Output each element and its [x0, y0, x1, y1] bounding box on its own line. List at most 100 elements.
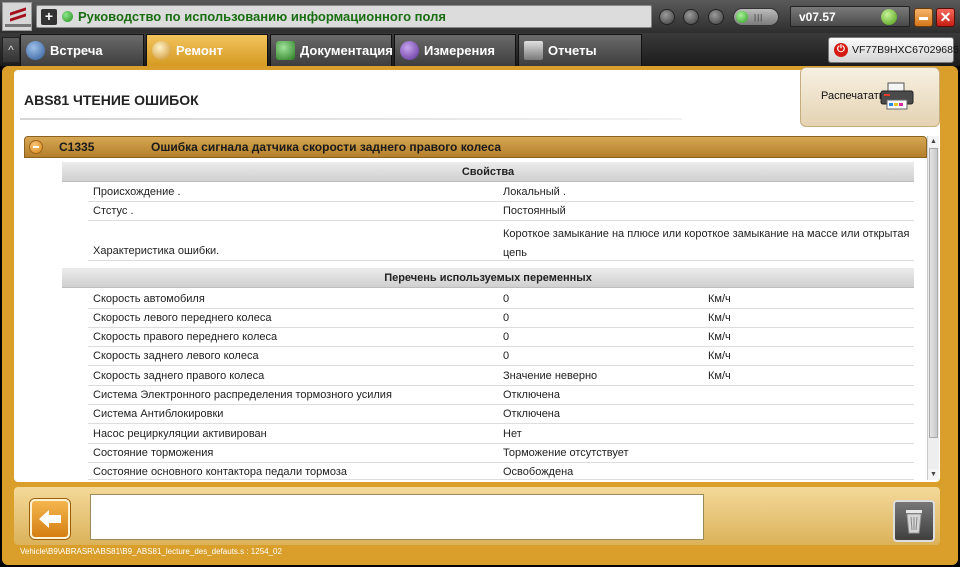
- row-value: Торможение отсутствует: [503, 447, 629, 459]
- connection-toggle[interactable]: |||: [733, 8, 779, 26]
- row-key: Состояние основного контактора педали то…: [93, 466, 348, 478]
- home-button[interactable]: ^: [2, 37, 20, 63]
- table-row: Система Антиблокировки Отключена: [88, 405, 914, 424]
- status-dot-icon: [62, 11, 73, 22]
- row-value: Нет: [503, 428, 522, 440]
- fault-code: C1335: [59, 140, 95, 154]
- row-value: Локальный .: [503, 186, 566, 198]
- title-divider: [20, 118, 682, 120]
- tab-meeting[interactable]: Встреча: [20, 34, 144, 66]
- page-title: ABS81 ЧТЕНИЕ ОШИБОК: [24, 92, 199, 108]
- table-row: Скорость заднего левого колеса 0 Км/ч: [88, 347, 914, 366]
- tab-documentation[interactable]: Документация: [270, 34, 393, 66]
- globe-icon: [26, 41, 45, 60]
- table-row: Скорость левого переднего колеса 0 Км/ч: [88, 309, 914, 328]
- row-value: 0: [503, 293, 510, 305]
- section-title: Перечень используемых переменных: [384, 272, 592, 284]
- table-row: Характеристика ошибки. Короткое замыкани…: [88, 221, 914, 261]
- row-key: Характеристика ошибки.: [93, 245, 220, 257]
- table-row: Состояние торможения Торможение отсутств…: [88, 444, 914, 463]
- waveform-icon: [400, 41, 419, 60]
- row-unit: Км/ч: [708, 312, 731, 324]
- variables-section-header: Перечень используемых переменных: [62, 268, 914, 288]
- tab-measurements[interactable]: Измерения: [394, 34, 516, 66]
- collapse-icon[interactable]: [29, 140, 43, 154]
- main-tab-bar: ^ Встреча Ремонт Документация Измерения …: [0, 33, 960, 66]
- row-value: Значение неверно: [503, 370, 598, 382]
- scroll-down-icon[interactable]: ▼: [928, 469, 939, 480]
- title-bar: + Руководство по использованию информаци…: [0, 0, 960, 33]
- info-title-field: + Руководство по использованию информаци…: [36, 5, 652, 28]
- properties-section-header: Свойства: [62, 162, 914, 182]
- row-key: Скорость правого переднего колеса: [93, 331, 278, 343]
- toggle-knob-icon: [736, 11, 748, 23]
- report-icon: [524, 41, 543, 60]
- row-key: Система Электронного распределения тормо…: [93, 389, 392, 401]
- row-key: Скорость автомобиля: [93, 293, 205, 305]
- row-value: 0: [503, 312, 510, 324]
- expand-plus-icon[interactable]: +: [41, 9, 57, 25]
- brand-logo: [2, 2, 32, 31]
- row-key: Насос рециркуляции активирован: [93, 428, 267, 440]
- row-key: Скорость заднего правого колеса: [93, 370, 265, 382]
- power-status-icon[interactable]: [881, 9, 897, 25]
- tab-label: Документация: [300, 43, 393, 58]
- row-unit: Км/ч: [708, 331, 731, 343]
- row-unit: Км/ч: [708, 370, 731, 382]
- tab-reports[interactable]: Отчеты: [518, 34, 642, 66]
- fault-description: Ошибка сигнала датчика скорости заднего …: [151, 140, 502, 154]
- scroll-up-icon[interactable]: ▲: [928, 136, 939, 147]
- version-label: v07.57: [799, 10, 836, 24]
- table-row: Система Электронного распределения тормо…: [88, 386, 914, 405]
- row-key: Система Антиблокировки: [93, 408, 224, 420]
- table-row: Происхождение . Локальный .: [88, 183, 914, 202]
- version-display: v07.57: [790, 6, 910, 27]
- row-value: Отключена: [503, 389, 560, 401]
- trash-icon: [906, 510, 922, 534]
- table-row: Насос рециркуляции активирован Нет: [88, 425, 914, 444]
- table-row: Скорость автомобиля 0 Км/ч: [88, 290, 914, 309]
- row-key: Состояние торможения: [93, 447, 214, 459]
- table-row: Скорость правого переднего колеса 0 Км/ч: [88, 328, 914, 347]
- row-value: Короткое замыкание на плюсе или короткое…: [503, 228, 910, 259]
- row-key: Стстус .: [93, 205, 134, 217]
- magnifier-icon: [152, 41, 171, 60]
- row-unit: Км/ч: [708, 350, 731, 362]
- close-button[interactable]: ✕: [936, 8, 955, 27]
- table-row: Скорость заднего правого колеса Значение…: [88, 367, 914, 386]
- row-key: Происхождение .: [93, 186, 181, 198]
- row-value: Отключена: [503, 408, 560, 420]
- printer-icon: [880, 82, 914, 110]
- tab-repair[interactable]: Ремонт: [146, 34, 268, 66]
- table-row: Состояние основного контактора педали то…: [88, 463, 914, 480]
- vin-number: VF77B9HXC67029685: [852, 44, 959, 56]
- minimize-button[interactable]: [914, 8, 933, 27]
- print-label: Распечатать: [821, 90, 885, 102]
- vin-badge[interactable]: ⏻ VF77B9HXC67029685: [828, 37, 959, 63]
- script-path: Vehicle\B9\ABRASR\ABS81\B9_ABS81_lecture…: [20, 547, 282, 556]
- vertical-scrollbar[interactable]: ▲ ▼: [927, 136, 939, 480]
- tab-label: Измерения: [424, 43, 495, 58]
- trash-button[interactable]: [893, 500, 935, 542]
- row-key: Скорость левого переднего колеса: [93, 312, 272, 324]
- back-button[interactable]: [30, 499, 70, 539]
- tab-label: Отчеты: [548, 43, 597, 58]
- fault-header[interactable]: C1335 Ошибка сигнала датчика скорости за…: [24, 136, 927, 158]
- row-value: Постоянный: [503, 205, 566, 217]
- message-area: [90, 494, 704, 540]
- row-unit: Км/ч: [708, 293, 731, 305]
- row-value: 0: [503, 331, 510, 343]
- row-value: Освобождена: [503, 466, 574, 478]
- tab-label: Встреча: [50, 43, 103, 58]
- power-icon: ⏻: [834, 43, 848, 57]
- tab-label: Ремонт: [176, 43, 224, 58]
- row-value: 0: [503, 350, 510, 362]
- print-button[interactable]: Распечатать: [800, 67, 940, 127]
- download-icon[interactable]: [659, 9, 675, 25]
- help-icon[interactable]: [708, 9, 724, 25]
- book-icon: [276, 41, 295, 60]
- section-title: Свойства: [461, 166, 515, 178]
- row-key: Скорость заднего левого колеса: [93, 350, 259, 362]
- scroll-thumb[interactable]: [929, 148, 938, 438]
- settings-icon[interactable]: [683, 9, 699, 25]
